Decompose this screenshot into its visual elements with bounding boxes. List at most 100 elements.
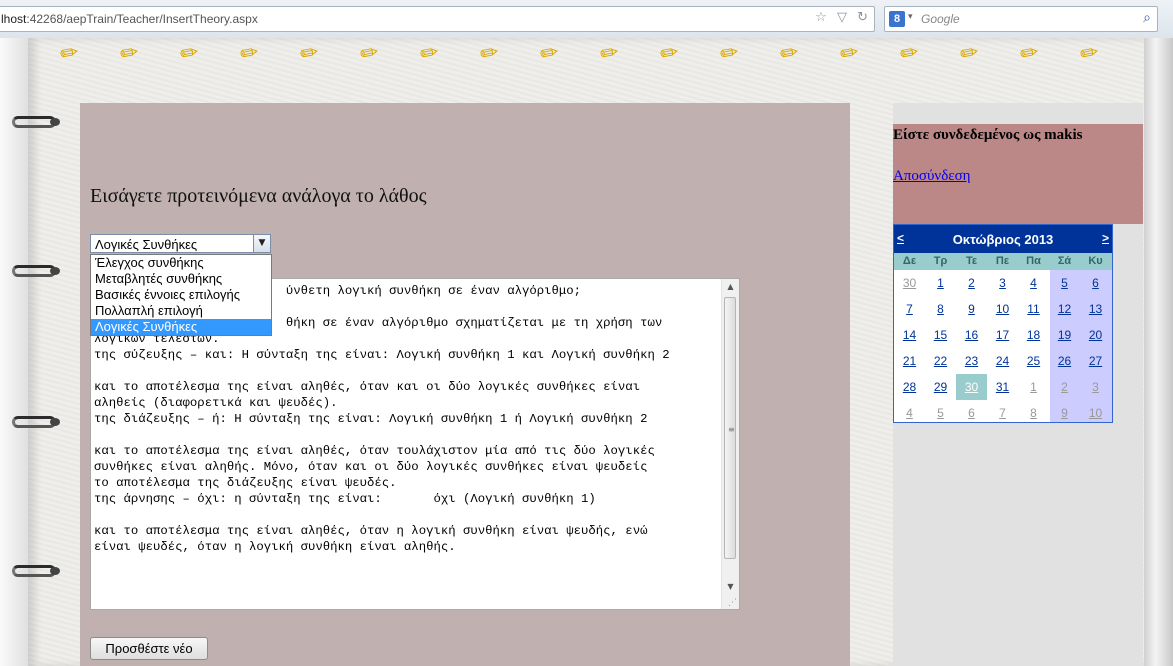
calendar-day-header: Τε	[965, 255, 978, 267]
scroll-up-icon[interactable]: ▲	[722, 279, 739, 295]
calendar-day[interactable]: 25	[1018, 348, 1049, 374]
calendar-day-header: Πα	[1026, 255, 1041, 267]
url-text: lhost:42268/aepTrain/Teacher/InsertTheor…	[1, 12, 258, 26]
dropdown-option[interactable]: Μεταβλητές συνθήκης	[91, 271, 271, 287]
pencil-icon: ✏	[838, 39, 861, 68]
main-panel: Εισάγετε προτεινόμενα ανάλογα το λάθος ύ…	[80, 103, 850, 666]
calendar-day[interactable]: 5	[925, 400, 956, 426]
pencil-icon: ✏	[178, 39, 201, 68]
calendar-header: < Οκτώβριος 2013 >	[894, 225, 1112, 253]
calendar-day-header: Τρ	[933, 255, 948, 267]
pencil-icon: ✏	[298, 39, 321, 68]
calendar-day[interactable]: 4	[1018, 270, 1049, 296]
calendar-day[interactable]: 9	[956, 296, 987, 322]
logged-in-text: Είστε συνδεδεμένος ως makis	[893, 127, 1083, 143]
calendar-day[interactable]: 21	[894, 348, 925, 374]
calendar-day[interactable]: 3	[987, 270, 1018, 296]
calendar-day[interactable]: 12	[1049, 296, 1080, 322]
calendar-day[interactable]: 16	[956, 322, 987, 348]
calendar-day[interactable]: 1	[1018, 374, 1049, 400]
pencil-icon: ✏	[418, 39, 441, 68]
search-icon[interactable]: ⌕	[1143, 10, 1151, 26]
calendar-day-headers: Δε Τρ Τε Πε Πα Σά Κυ	[894, 253, 1112, 270]
calendar-day[interactable]: 3	[1080, 374, 1111, 400]
calendar-day-header: Πε	[995, 255, 1010, 267]
calendar-day[interactable]: 2	[956, 270, 987, 296]
reload-icon[interactable]: ↻	[857, 10, 868, 25]
add-new-button[interactable]: Προσθέστε νέο	[90, 637, 208, 660]
calendar-day[interactable]: 24	[987, 348, 1018, 374]
calendar-day[interactable]: 14	[894, 322, 925, 348]
dropdown-option[interactable]: Βασικές έννοιες επιλογής	[91, 287, 271, 303]
dropdown-option[interactable]: Έλεγχος συνθήκης	[91, 255, 271, 271]
calendar-day[interactable]: 20	[1080, 322, 1111, 348]
calendar-day[interactable]: 9	[1049, 400, 1080, 426]
calendar-day[interactable]: 7	[894, 296, 925, 322]
textarea-scrollbar[interactable]: ▲ ≡ ▼	[721, 279, 739, 609]
calendar-day[interactable]: 15	[925, 322, 956, 348]
calendar-day[interactable]: 13	[1080, 296, 1111, 322]
calendar-day[interactable]: 29	[925, 374, 956, 400]
pencil-icon: ✏	[538, 39, 561, 68]
binder-ring-icon	[12, 265, 60, 279]
dropdown-arrow-icon[interactable]: ▽	[837, 10, 847, 25]
next-month-link[interactable]: >	[1102, 231, 1109, 245]
category-select-value: Λογικές Συνθήκες	[95, 237, 198, 252]
calendar-day[interactable]: 30	[894, 270, 925, 296]
calendar-day[interactable]: 11	[1018, 296, 1049, 322]
calendar-day[interactable]: 31	[987, 374, 1018, 400]
pencil-icon: ✏	[718, 39, 741, 68]
logout-link[interactable]: Αποσύνδεση	[893, 168, 971, 185]
resize-grip-icon[interactable]: ⋰	[728, 598, 737, 608]
calendar-day[interactable]: 2	[1049, 374, 1080, 400]
calendar-day[interactable]: 5	[1049, 270, 1080, 296]
chevron-down-icon[interactable]: ▼	[253, 235, 270, 252]
category-select[interactable]: Λογικές Συνθήκες ▼	[90, 234, 271, 253]
url-bar[interactable]: lhost:42268/aepTrain/Teacher/InsertTheor…	[0, 6, 875, 32]
bookmark-star-icon[interactable]: ☆	[815, 10, 827, 25]
binder-ring-icon	[12, 416, 60, 430]
calendar-day-today[interactable]: 30	[956, 374, 987, 400]
calendar-month-title: Οκτώβριος 2013	[952, 232, 1054, 247]
calendar-day-header: Σά	[1057, 255, 1072, 267]
calendar-day[interactable]: 22	[925, 348, 956, 374]
calendar-day[interactable]: 27	[1080, 348, 1111, 374]
calendar-day-header: Δε	[902, 255, 917, 267]
pencil-icon: ✏	[778, 39, 801, 68]
search-bar[interactable]: 8 ▾ Google ⌕	[884, 6, 1158, 32]
calendar-day[interactable]: 7	[987, 400, 1018, 426]
calendar-day-header: Κυ	[1088, 255, 1103, 267]
search-engine-caret-icon[interactable]: ▾	[908, 12, 913, 22]
calendar-day[interactable]: 17	[987, 322, 1018, 348]
pencil-icon: ✏	[958, 39, 981, 68]
login-status-box: Είστε συνδεδεμένος ως makis Αποσύνδεση	[893, 124, 1143, 224]
scroll-thumb[interactable]: ≡	[724, 297, 736, 559]
calendar-day[interactable]: 26	[1049, 348, 1080, 374]
notebook-right-edge	[1144, 38, 1173, 666]
browser-toolbar: lhost:42268/aepTrain/Teacher/InsertTheor…	[0, 0, 1173, 39]
calendar-day[interactable]: 28	[894, 374, 925, 400]
pencil-icon: ✏	[358, 39, 381, 68]
pencil-icon: ✏	[1078, 39, 1101, 68]
calendar-day[interactable]: 10	[987, 296, 1018, 322]
calendar-day[interactable]: 1	[925, 270, 956, 296]
category-dropdown-list: Έλεγχος συνθήκης Μεταβλητές συνθήκης Βασικ…	[90, 254, 272, 336]
dropdown-option[interactable]: Λογικές Συνθήκες	[91, 319, 271, 335]
binder-ring-icon	[12, 116, 60, 130]
calendar-day[interactable]: 8	[925, 296, 956, 322]
binder-ring-icon	[12, 565, 60, 579]
calendar-day[interactable]: 18	[1018, 322, 1049, 348]
pencil-icon: ✏	[238, 39, 261, 68]
calendar-day[interactable]: 4	[894, 400, 925, 426]
calendar-day[interactable]: 19	[1049, 322, 1080, 348]
calendar-day[interactable]: 10	[1080, 400, 1111, 426]
calendar-day[interactable]: 6	[956, 400, 987, 426]
calendar-day[interactable]: 6	[1080, 270, 1111, 296]
scroll-down-icon[interactable]: ▼	[722, 579, 739, 595]
calendar-day[interactable]: 8	[1018, 400, 1049, 426]
pencil-icon: ✏	[478, 39, 501, 68]
search-engine-icon[interactable]: 8	[889, 11, 905, 27]
calendar-day[interactable]: 23	[956, 348, 987, 374]
dropdown-option[interactable]: Πολλαπλή επιλογή	[91, 303, 271, 319]
pencil-icon: ✏	[1018, 39, 1041, 68]
